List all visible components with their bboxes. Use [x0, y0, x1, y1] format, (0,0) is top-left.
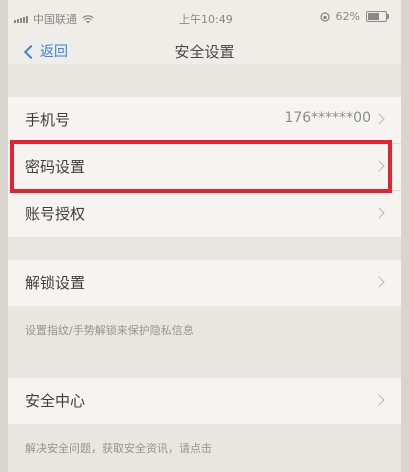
status-bar: 中国联通 上午10:49 62%: [8, 0, 401, 34]
chevron-right-icon: [373, 113, 385, 125]
status-right: 62%: [319, 10, 389, 23]
phone-number-value: 176******00: [284, 110, 371, 126]
unlock-group: 解锁设置: [8, 260, 401, 306]
rotation-lock-icon: [319, 11, 330, 22]
phone-screen: 中国联通 上午10:49 62% 返回 安全设置 手机号 176******00…: [8, 0, 401, 472]
battery-percent: 62%: [335, 10, 360, 23]
battery-fill: [368, 13, 379, 20]
row-label: 密码设置: [25, 158, 86, 176]
unlock-caption: 设置指纹/手势解锁来保护隐私信息: [25, 324, 194, 337]
row-password-settings[interactable]: 密码设置: [8, 144, 401, 191]
status-left: 中国联通: [14, 11, 94, 27]
security-center-group: 安全中心: [8, 378, 401, 424]
wifi-icon: [82, 14, 94, 23]
signal-icon: [14, 15, 28, 23]
row-phone-number[interactable]: 手机号 176******00: [8, 97, 401, 144]
row-label: 账号授权: [25, 205, 86, 223]
security-center-caption: 解决安全问题，获取安全资讯，请点击: [25, 442, 212, 455]
row-account-authorization[interactable]: 账号授权: [8, 191, 401, 237]
account-group: 手机号 176******00 密码设置 账号授权: [8, 97, 401, 237]
chevron-right-icon: [373, 160, 385, 172]
chevron-right-icon: [373, 276, 385, 288]
navigation-bar: 返回 安全设置: [8, 34, 401, 64]
row-security-center[interactable]: 安全中心: [8, 378, 401, 424]
battery-icon: [366, 11, 389, 22]
row-label: 安全中心: [25, 392, 86, 410]
row-unlock-settings[interactable]: 解锁设置: [8, 260, 401, 306]
carrier-label: 中国联通: [33, 13, 77, 26]
status-time: 上午10:49: [179, 13, 233, 26]
chevron-right-icon: [373, 394, 385, 406]
row-label: 解锁设置: [25, 274, 86, 292]
page-title: 安全设置: [174, 43, 235, 61]
chevron-right-icon: [373, 207, 385, 219]
row-label: 手机号: [25, 111, 71, 129]
